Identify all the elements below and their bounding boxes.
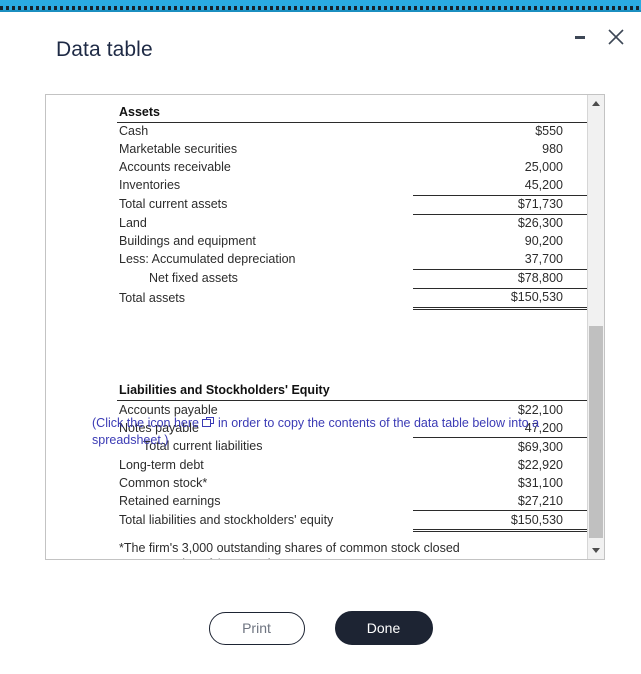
row-label: Accounts receivable <box>119 160 231 174</box>
row-value: $26,300 <box>413 213 588 233</box>
row-label: Common stock* <box>119 475 208 490</box>
assets-heading-row: Assets <box>117 103 588 123</box>
print-button[interactable]: Print <box>208 611 305 645</box>
data-table-panel: Assets Cash $550 Marketable securities 9… <box>45 94 605 560</box>
row-value: 980 <box>542 142 563 156</box>
table-row: Accounts receivable 25,000 <box>117 159 588 177</box>
row-label: Retained earnings <box>119 493 221 508</box>
row-label: Less: Accumulated depreciation <box>119 252 296 267</box>
minimize-icon <box>575 36 585 39</box>
table-row: Total assets $150,530 <box>117 287 588 310</box>
row-value: $78,800 <box>413 268 588 288</box>
table-row: Cash $550 <box>117 122 588 141</box>
close-icon <box>608 29 624 45</box>
row-label: Land <box>119 215 147 230</box>
row-label: Total current assets <box>119 197 228 211</box>
footnote-line-2: 2019at a price of $22 per share. <box>119 557 549 560</box>
copy-note-text-before: (Click the icon here <box>92 416 199 430</box>
row-value: $150,530 <box>413 287 588 310</box>
copy-icon-front-sheet <box>202 419 211 427</box>
row-value: $71,730 <box>413 194 588 214</box>
top-divider-line <box>0 10 641 12</box>
scroll-down-arrow-icon <box>592 548 600 553</box>
window-controls <box>569 26 627 48</box>
row-label: Long-term debt <box>119 457 204 472</box>
table-row: Long-term debt $22,920 <box>117 456 588 474</box>
table-row: Marketable securities 980 <box>117 141 588 159</box>
row-value: $27,210 <box>517 493 563 508</box>
liabilities-table: Liabilities and Stockholders' Equity Acc… <box>117 381 588 532</box>
scroll-up-arrow-icon <box>592 101 600 106</box>
row-label: Net fixed assets <box>149 271 238 285</box>
assets-table: Assets Cash $550 Marketable securities 9… <box>117 103 588 310</box>
assets-heading: Assets <box>117 103 413 123</box>
scroll-up-button[interactable] <box>588 95 604 112</box>
row-label: Cash <box>119 124 149 138</box>
table-row: Less: Accumulated depreciation 37,700 <box>117 251 588 270</box>
footnote: *The firm's 3,000 outstanding shares of … <box>117 541 549 559</box>
row-label: Total liabilities and stockholders' equi… <box>119 513 334 527</box>
row-label: Inventories <box>119 178 181 193</box>
assets-heading-spacer <box>413 103 588 123</box>
data-table-content: Assets Cash $550 Marketable securities 9… <box>46 95 588 559</box>
minimize-button[interactable] <box>569 26 591 48</box>
table-row: Total current assets $71,730 <box>117 194 588 214</box>
table-row: Retained earnings $27,210 <box>117 492 588 511</box>
note-spacer <box>46 310 588 382</box>
table-row: Inventories 45,200 <box>117 177 588 196</box>
liabilities-heading: Liabilities and Stockholders' Equity <box>117 381 413 401</box>
copy-instruction-note: (Click the icon here in order to copy the… <box>92 415 570 449</box>
liabilities-heading-row: Liabilities and Stockholders' Equity <box>117 381 588 401</box>
row-value: $550 <box>535 124 563 138</box>
scroll-down-button[interactable] <box>588 542 604 559</box>
row-value: $150,530 <box>413 510 588 532</box>
copy-icon[interactable] <box>202 417 215 428</box>
liabilities-heading-spacer <box>413 381 588 401</box>
data-table-scrollport: Assets Cash $550 Marketable securities 9… <box>46 95 588 559</box>
table-row: Buildings and equipment 90,200 <box>117 233 588 251</box>
table-row: Land $26,300 <box>117 213 588 233</box>
row-value: $22,920 <box>517 457 563 472</box>
scrollbar-thumb[interactable] <box>589 326 603 538</box>
row-value: 37,700 <box>524 252 563 266</box>
row-label: Total assets <box>119 290 186 305</box>
row-value: 25,000 <box>524 160 563 174</box>
table-row: Net fixed assets $78,800 <box>117 268 588 288</box>
row-label: Buildings and equipment <box>119 234 256 248</box>
row-value: 45,200 <box>524 178 563 192</box>
dialog-actions: Print Done <box>0 611 641 645</box>
row-value: 90,200 <box>524 234 563 248</box>
close-button[interactable] <box>605 26 627 48</box>
row-value: $31,100 <box>517 475 563 490</box>
table-row: Common stock* $31,100 <box>117 474 588 492</box>
done-button[interactable]: Done <box>334 611 433 645</box>
vertical-scrollbar[interactable] <box>587 95 604 559</box>
table-row: Total liabilities and stockholders' equi… <box>117 510 588 532</box>
row-label: Marketable securities <box>119 142 238 156</box>
page-title: Data table <box>56 38 153 61</box>
footnote-line-1: *The firm's 3,000 outstanding shares of … <box>119 541 460 555</box>
